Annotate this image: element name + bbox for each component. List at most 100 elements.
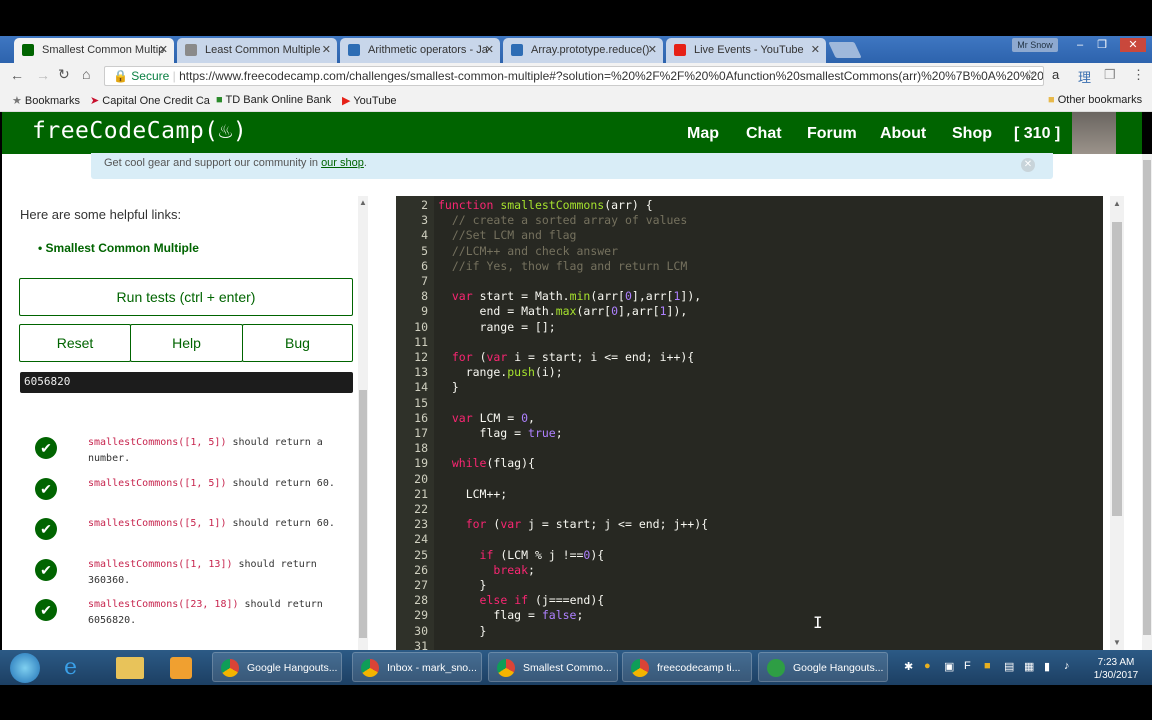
page-scrollbar-thumb[interactable] xyxy=(1143,160,1151,635)
code-line[interactable]: } xyxy=(438,624,487,638)
browser-tab[interactable]: Arithmetic operators - Ja ✕ xyxy=(340,38,500,63)
bookmark-item[interactable]: ★ Bookmarks xyxy=(12,94,80,107)
close-tab-icon[interactable]: ✕ xyxy=(322,43,331,56)
run-tests-button[interactable]: Run tests (ctrl + enter) xyxy=(19,278,353,316)
code-line[interactable]: //if Yes, thow flag and return LCM xyxy=(438,259,687,273)
scroll-up-icon[interactable]: ▲ xyxy=(359,198,367,207)
tray-icon[interactable]: ▤ xyxy=(1004,660,1014,673)
address-bar[interactable]: 🔒 Secure | https://www.freecodecamp.com/… xyxy=(104,66,1044,86)
volume-icon[interactable]: ♪ xyxy=(1064,660,1070,672)
maximize-icon[interactable]: ❐ xyxy=(1092,38,1112,52)
shop-link[interactable]: our shop xyxy=(321,157,364,169)
scroll-down-icon[interactable]: ▼ xyxy=(1113,638,1121,647)
taskbar-item[interactable]: freecodecamp ti... xyxy=(622,652,752,682)
start-button[interactable] xyxy=(10,653,40,683)
close-tab-icon[interactable]: ✕ xyxy=(159,43,168,56)
menu-icon[interactable]: ⋮ xyxy=(1132,67,1145,83)
taskbar-item[interactable]: Inbox - mark_sno... xyxy=(352,652,482,682)
code-line[interactable]: // create a sorted array of values xyxy=(438,213,687,227)
taskbar-item[interactable]: Google Hangouts... xyxy=(758,652,888,682)
browser-tab[interactable]: Least Common Multiple ✕ xyxy=(177,38,337,63)
code-line[interactable]: } xyxy=(438,578,487,592)
back-icon[interactable]: ← xyxy=(10,67,24,83)
browser-tab[interactable]: Array.prototype.reduce() ✕ xyxy=(503,38,663,63)
bookmark-item[interactable]: ■ TD Bank Online Bank xyxy=(216,94,331,106)
bookmark-item[interactable]: ➤ Capital One Credit Ca xyxy=(90,94,210,107)
folder-icon[interactable] xyxy=(116,657,144,679)
check-icon: ✔ xyxy=(35,478,57,500)
home-icon[interactable]: ⌂ xyxy=(82,66,90,82)
nav-points[interactable]: [ 310 ] xyxy=(1014,125,1060,143)
bug-button[interactable]: Bug xyxy=(242,324,353,362)
folder-icon: ■ xyxy=(1048,94,1058,106)
site-logo[interactable]: freeCodeCamp(♨) xyxy=(32,118,247,144)
code-line[interactable]: while(flag){ xyxy=(438,456,535,470)
avatar[interactable] xyxy=(1072,112,1116,154)
code-line[interactable]: for (var i = start; i <= end; i++){ xyxy=(438,350,694,364)
code-line[interactable]: if (LCM % j !==0){ xyxy=(438,548,605,562)
system-clock[interactable]: 7:23 AM 1/30/2017 xyxy=(1088,656,1144,682)
code-line[interactable]: //Set LCM and flag xyxy=(438,228,577,242)
code-line[interactable]: for (var j = start; j <= end; j++){ xyxy=(438,517,708,531)
help-link[interactable]: • Smallest Common Multiple xyxy=(38,241,199,255)
code-line[interactable]: LCM++; xyxy=(438,487,508,501)
code-line[interactable]: var start = Math.min(arr[0],arr[1]), xyxy=(438,289,701,303)
code-line[interactable]: //LCM++ and check answer xyxy=(438,244,618,258)
tray-icon[interactable]: ▣ xyxy=(944,660,954,673)
code-line[interactable]: range.push(i); xyxy=(438,365,563,379)
bookmark-item[interactable]: ▶ YouTube xyxy=(342,94,397,107)
code-line[interactable]: function smallestCommons(arr) { xyxy=(438,198,653,212)
profile-button[interactable]: Mr Snow xyxy=(1012,38,1058,52)
internet-explorer-icon[interactable]: e xyxy=(64,655,77,680)
media-player-icon[interactable] xyxy=(170,657,192,679)
close-icon[interactable]: ✕ xyxy=(1021,158,1035,172)
nav-about[interactable]: About xyxy=(880,125,926,143)
tray-icon[interactable]: ■ xyxy=(984,660,991,672)
help-button[interactable]: Help xyxy=(130,324,243,362)
left-scrollbar-thumb[interactable] xyxy=(359,390,367,638)
tray-icon[interactable]: F xyxy=(964,660,971,672)
browser-tab[interactable]: Live Events - YouTube ✕ xyxy=(666,38,826,63)
network-icon[interactable]: ▮ xyxy=(1044,660,1050,673)
minimize-icon[interactable]: – xyxy=(1070,38,1090,52)
shop-banner: Get cool gear and support our community … xyxy=(91,153,1053,179)
code-line[interactable]: flag = false; xyxy=(438,608,583,622)
code-line[interactable]: flag = true; xyxy=(438,426,563,440)
nav-map[interactable]: Map xyxy=(687,125,719,143)
code-line[interactable]: var LCM = 0, xyxy=(438,411,535,425)
code-line[interactable]: break; xyxy=(438,563,535,577)
close-window-icon[interactable]: ✕ xyxy=(1120,38,1146,52)
nav-chat[interactable]: Chat xyxy=(746,125,782,143)
tray-icon[interactable]: ▦ xyxy=(1024,660,1034,673)
close-tab-icon[interactable]: ✕ xyxy=(648,43,657,56)
scroll-up-icon[interactable]: ▲ xyxy=(1113,199,1121,208)
nav-forum[interactable]: Forum xyxy=(807,125,857,143)
lock-icon: 🔒 xyxy=(113,69,132,83)
reset-button[interactable]: Reset xyxy=(19,324,131,362)
amazon-extension-icon[interactable]: a xyxy=(1052,67,1059,82)
reload-icon[interactable]: ↻ xyxy=(58,66,70,83)
check-icon: ✔ xyxy=(35,518,57,540)
code-line[interactable]: range = []; xyxy=(438,320,556,334)
bluetooth-icon[interactable]: ✱ xyxy=(904,660,913,673)
code-line[interactable]: } xyxy=(438,380,459,394)
translate-extension-icon[interactable]: 理 xyxy=(1078,67,1091,86)
close-tab-icon[interactable]: ✕ xyxy=(811,43,820,56)
code-line[interactable]: else if (j===end){ xyxy=(438,593,605,607)
other-bookmarks[interactable]: ■ Other bookmarks xyxy=(1048,94,1142,106)
td-bank-icon: ■ xyxy=(216,94,226,106)
star-icon[interactable]: ☆ xyxy=(1024,67,1036,83)
nav-shop[interactable]: Shop xyxy=(952,125,992,143)
line-number: 12 xyxy=(414,350,428,364)
youtube-icon: ▶ xyxy=(342,95,354,107)
line-number: 25 xyxy=(414,547,428,562)
extension-icon[interactable]: ❒ xyxy=(1104,67,1116,83)
editor-scrollbar-thumb[interactable] xyxy=(1112,222,1122,516)
code-line[interactable]: end = Math.max(arr[0],arr[1]), xyxy=(438,304,688,318)
tray-icon[interactable]: ● xyxy=(924,660,931,672)
taskbar-item[interactable]: Smallest Commo... xyxy=(488,652,618,682)
browser-tab[interactable]: Smallest Common Multip ✕ xyxy=(14,38,174,63)
taskbar-item[interactable]: Google Hangouts... xyxy=(212,652,342,682)
close-tab-icon[interactable]: ✕ xyxy=(485,43,494,56)
forward-icon[interactable]: → xyxy=(36,67,50,83)
